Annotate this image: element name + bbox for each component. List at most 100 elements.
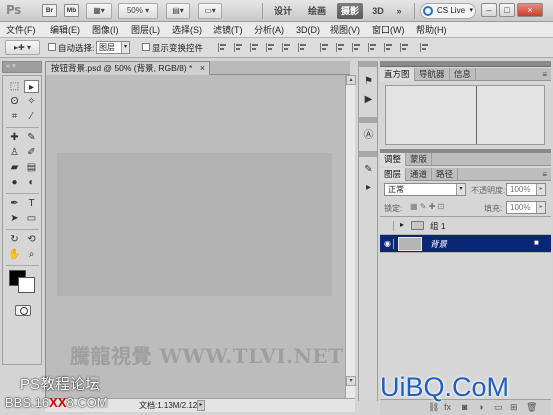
distribute-left-icon[interactable] [368,43,378,52]
show-transform-checkbox[interactable] [142,43,150,51]
move-tool-icon[interactable]: ▸ [24,80,39,93]
dodge-tool-icon[interactable]: ◐ [24,176,39,189]
menu-file[interactable]: 文件(F) [6,22,36,38]
align-vertical-center-icon[interactable] [234,43,244,52]
trash-icon[interactable]: 🗑 [526,402,537,413]
blend-mode-select[interactable]: 正常 ▾ [384,183,466,196]
adjustment-layer-icon[interactable]: ◑ [478,402,483,412]
menu-3d[interactable]: 3D(D) [296,22,320,38]
workspace-design[interactable]: 设计 [270,3,296,19]
lock-icons[interactable]: ▦ ✎ ✚ ⊡ [410,202,444,211]
expand-triangle-icon[interactable]: ▸ [400,220,404,229]
document-tab[interactable]: 按钮背景.psd @ 50% (背景, RGB/8) * × [45,61,210,75]
menu-filter[interactable]: 滤镜(T) [213,22,243,38]
auto-select-dropdown[interactable]: 图层 ▾ [96,41,130,54]
eraser-tool-icon[interactable]: ▰ [7,161,22,174]
tool-preset-picker[interactable]: ▸✚ ▾ [5,40,40,55]
view-extras-button[interactable]: ▦▾ [86,3,112,19]
panel-grip[interactable] [380,61,551,67]
tab-info[interactable]: 信息 [450,68,477,81]
dock-grip[interactable] [359,61,377,67]
eye-icon[interactable]: ◉ [382,239,394,249]
path-selection-tool-icon[interactable]: ➤ [7,212,22,225]
brush-tool-icon[interactable]: ✎ [24,131,39,144]
layer-row-group[interactable]: ▸ 组 1 [380,217,551,235]
tab-navigator[interactable]: 导航器 [415,68,450,81]
history-panel-icon[interactable]: ⚑ [361,75,376,89]
add-mask-icon[interactable]: ◙ [462,402,467,412]
layer-style-icon[interactable]: fx [444,402,451,412]
eyedropper-tool-icon[interactable]: ⁄ [24,110,39,123]
menu-select[interactable]: 选择(S) [172,22,202,38]
toolbar-grip[interactable]: » × [2,61,42,73]
document-image[interactable] [57,153,332,296]
workspace-3d[interactable]: 3D [370,3,386,19]
align-top-icon[interactable] [218,43,228,52]
scroll-down-icon[interactable]: ▾ [346,376,356,386]
quick-mask-icon[interactable] [15,305,31,316]
auto-align-layers-icon[interactable] [420,43,430,52]
3d-rotate-tool-icon[interactable]: ↻ [7,233,22,246]
quick-selection-tool-icon[interactable]: ✧ [24,95,39,108]
clone-source-panel-icon[interactable]: ▸ [361,181,376,195]
tab-layers[interactable]: 图层 [380,168,407,181]
zoom-tool-icon[interactable]: ⌕ [24,248,39,261]
hand-tool-icon[interactable]: ✋ [7,248,22,261]
mini-bridge-icon[interactable]: Mb [64,4,79,17]
workspace-photography[interactable]: 摄影 [337,3,363,19]
rectangle-tool-icon[interactable]: ▭ [24,212,39,225]
marquee-tool-icon[interactable]: ⬚ [7,80,22,93]
workspace-painting[interactable]: 绘画 [304,3,330,19]
fill-input[interactable]: 100% ▸ [506,201,546,214]
arrange-documents-button[interactable]: ▤▾ [166,3,190,19]
blur-tool-icon[interactable]: ● [7,176,22,189]
gradient-tool-icon[interactable]: ▤ [24,161,39,174]
distribute-horizontal-center-icon[interactable] [384,43,394,52]
tab-paths[interactable]: 路径 [432,168,459,181]
tab-adjustments[interactable]: 调整 [380,153,407,166]
align-bottom-icon[interactable] [250,43,260,52]
align-left-icon[interactable] [266,43,276,52]
menu-window[interactable]: 窗口(W) [372,22,405,38]
history-brush-tool-icon[interactable]: ✐ [24,146,39,159]
new-group-icon[interactable]: ▭ [494,402,503,413]
tab-histogram[interactable]: 直方图 [380,68,415,81]
pen-tool-icon[interactable]: ✒ [7,197,22,210]
more-workspaces-button[interactable]: » [392,3,406,19]
dock-grip[interactable] [359,151,377,157]
brush-panel-icon[interactable]: ✎ [361,163,376,177]
minimize-button[interactable]: – [481,3,497,17]
align-horizontal-center-icon[interactable] [282,43,292,52]
vertical-scrollbar[interactable]: ▴ ▾ [345,75,356,398]
menu-image[interactable]: 图像(I) [92,22,119,38]
maximize-button[interactable]: □ [499,3,515,17]
opacity-input[interactable]: 100% ▸ [506,183,546,196]
distribute-top-icon[interactable] [320,43,330,52]
align-right-icon[interactable] [298,43,308,52]
status-menu-arrow-icon[interactable]: ▸ [197,400,205,411]
menu-help[interactable]: 帮助(H) [416,22,447,38]
menu-layer[interactable]: 图层(L) [131,22,160,38]
close-button[interactable]: × [517,3,543,17]
new-layer-icon[interactable]: ⊞ [510,402,518,413]
tab-masks[interactable]: 蒙版 [406,153,433,166]
type-tool-icon[interactable]: T [24,197,39,210]
distribute-right-icon[interactable] [400,43,410,52]
dock-grip[interactable] [359,117,377,123]
distribute-vertical-center-icon[interactable] [336,43,346,52]
screen-mode-button[interactable]: ▭▾ [198,3,222,19]
close-icon[interactable]: × [200,62,205,75]
clone-stamp-tool-icon[interactable]: ♙ [7,146,22,159]
layer-row-background[interactable]: ◉ 背景 ■ [380,235,551,253]
lasso-tool-icon[interactable]: ʘ [7,95,22,108]
bridge-icon[interactable]: Br [42,4,57,17]
crop-tool-icon[interactable]: ⌗ [7,110,22,123]
healing-brush-tool-icon[interactable]: ✚ [7,131,22,144]
visibility-toggle[interactable] [382,221,394,231]
distribute-bottom-icon[interactable] [352,43,362,52]
menu-edit[interactable]: 编辑(E) [50,22,80,38]
3d-orbit-tool-icon[interactable]: ⟲ [24,233,39,246]
link-layers-icon[interactable]: ⛓ [428,402,439,413]
background-color-swatch[interactable] [18,277,35,293]
character-panel-icon[interactable]: Ⓐ [361,129,376,143]
